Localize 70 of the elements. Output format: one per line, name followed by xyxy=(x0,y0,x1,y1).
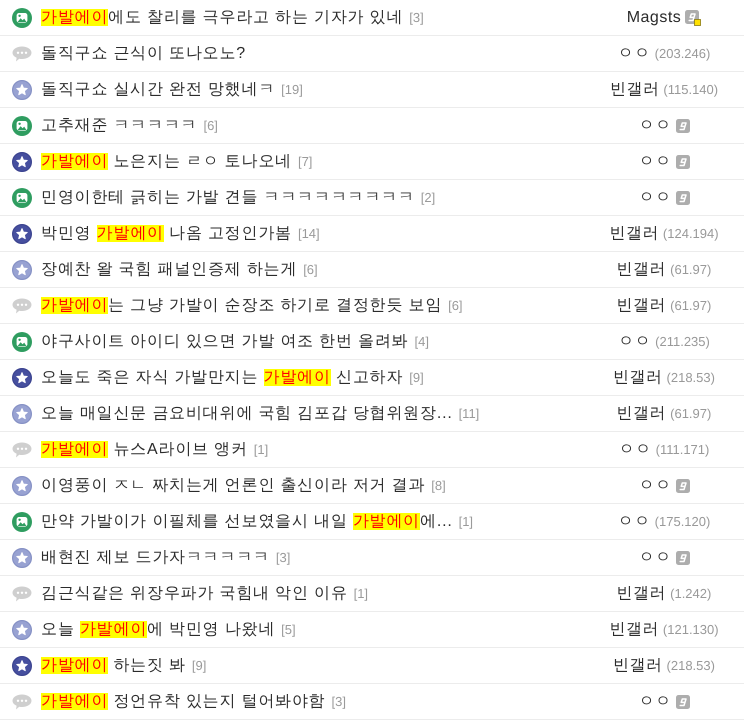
author-name[interactable]: 빈갤러 xyxy=(613,367,663,388)
ip-address: (1.242) xyxy=(670,586,712,601)
author-name[interactable]: ㅇㅇ xyxy=(638,151,672,172)
post-title[interactable]: 만약 가발이가 이필체를 선보였을시 내일 가발에이에... xyxy=(41,511,453,532)
post-title[interactable]: 장예찬 왈 국힘 패널인증제 하는게 xyxy=(41,259,298,280)
speech-bubble-icon xyxy=(12,586,32,602)
ip-address: (218.53) xyxy=(666,658,715,673)
speech-bubble-icon xyxy=(12,442,32,458)
author-name[interactable]: 빈갤러 xyxy=(609,619,659,640)
author-name[interactable]: 빈갤러 xyxy=(616,403,666,424)
post-title[interactable]: 배현진 제보 드가자ㅋㅋㅋㅋㅋ xyxy=(41,547,270,568)
nickname-badge-icon xyxy=(676,478,690,492)
picture-icon xyxy=(12,188,32,208)
post-title[interactable]: 가발에이 하는짓 봐 xyxy=(41,655,186,676)
post-title[interactable]: 돌직구쇼 실시간 완전 망했네ㅋ xyxy=(41,79,276,100)
ip-address: (111.171) xyxy=(656,442,710,457)
ip-address: (211.235) xyxy=(655,334,710,349)
ip-address: (61.97) xyxy=(670,406,712,421)
nickname-badge-icon xyxy=(676,550,690,564)
author-name[interactable]: ㅇㅇ xyxy=(638,691,672,712)
post-title[interactable]: 가발에이는 그냥 가발이 순장조 하기로 결정한듯 보임 xyxy=(41,295,442,316)
ip-address: (61.97) xyxy=(670,298,712,313)
nickname-badge-icon xyxy=(676,694,690,708)
author-name[interactable]: ㅇㅇ xyxy=(638,115,672,136)
post-title[interactable]: 고추재준 ㅋㅋㅋㅋㅋ xyxy=(41,115,198,136)
author-name[interactable]: 빈갤러 xyxy=(616,583,666,604)
speech-bubble-icon xyxy=(12,694,32,710)
ip-address: (115.140) xyxy=(663,82,718,97)
ip-address: (124.194) xyxy=(662,226,719,241)
ip-address: (203.246) xyxy=(654,46,710,61)
post-title[interactable]: 돌직구쇼 근식이 또나오노? xyxy=(41,43,246,64)
speech-bubble-icon xyxy=(12,46,32,62)
author-name[interactable]: ㅇㅇ xyxy=(618,331,652,352)
speech-bubble-icon xyxy=(12,298,32,314)
ip-address: (61.97) xyxy=(670,262,712,277)
picture-icon xyxy=(12,512,32,532)
nickname-badge-icon xyxy=(676,190,690,204)
post-title[interactable]: 오늘 매일신문 금요비대위에 국힘 김포갑 당협위원장... xyxy=(41,403,453,424)
picture-icon xyxy=(12,116,32,136)
nickname-badge-icon xyxy=(685,10,702,26)
post-title[interactable]: 박민영 가발에이 나옴 고정인가봄 xyxy=(41,223,292,244)
author-name[interactable]: ㅇㅇ xyxy=(618,511,651,532)
post-title[interactable]: 오늘 가발에이에 박민영 나왔네 xyxy=(41,619,276,640)
ip-address: (218.53) xyxy=(666,370,715,385)
post-title[interactable]: 가발에이 정언유착 있는지 털어봐야함 xyxy=(41,691,326,712)
post-title[interactable]: 가발에이에도 찰리를 극우라고 하는 기자가 있네 xyxy=(41,7,404,28)
author-name[interactable]: ㅇㅇ xyxy=(638,547,672,568)
author-name[interactable]: 빈갤러 xyxy=(609,223,659,244)
ip-address: (121.130) xyxy=(662,622,719,637)
author-name[interactable]: 빈갤러 xyxy=(613,655,663,676)
author-name[interactable]: 빈갤러 xyxy=(610,79,660,100)
post-title[interactable]: 김근식같은 위장우파가 국힘내 악인 이유 xyxy=(41,583,348,604)
post-title[interactable]: 가발에이 노은지는 ㄹㅇ 토나오네 xyxy=(41,151,292,172)
ip-address: (175.120) xyxy=(654,514,710,529)
picture-icon xyxy=(12,332,32,352)
author-name[interactable]: ㅇㅇ xyxy=(618,439,652,460)
author-name[interactable]: ㅇㅇ xyxy=(618,43,651,64)
nickname-badge-icon xyxy=(676,118,690,132)
post-title[interactable]: 민영이한테 긁히는 가발 견들 ㅋㅋㅋㅋㅋㅋㅋㅋㅋ xyxy=(41,187,415,208)
nickname-badge-icon xyxy=(676,154,690,168)
author-name[interactable]: ㅇㅇ xyxy=(638,187,672,208)
post-title[interactable]: 오늘도 죽은 자식 가발만지는 가발에이 신고하자 xyxy=(41,367,404,388)
picture-icon xyxy=(12,8,32,28)
post-title[interactable]: 야구사이트 아이디 있으면 가발 여조 한번 올려봐 xyxy=(41,331,408,352)
author-name[interactable]: ㅇㅇ xyxy=(638,475,672,496)
author-name[interactable]: 빈갤러 xyxy=(616,295,666,316)
post-title[interactable]: 가발에이 뉴스A라이브 앵커 xyxy=(41,439,248,460)
author-name[interactable]: 빈갤러 xyxy=(616,259,666,280)
post-title[interactable]: 이영풍이 ㅈㄴ 짜치는게 언론인 출신이라 저거 결과 xyxy=(41,475,426,496)
author-name[interactable]: Magsts xyxy=(626,8,682,26)
